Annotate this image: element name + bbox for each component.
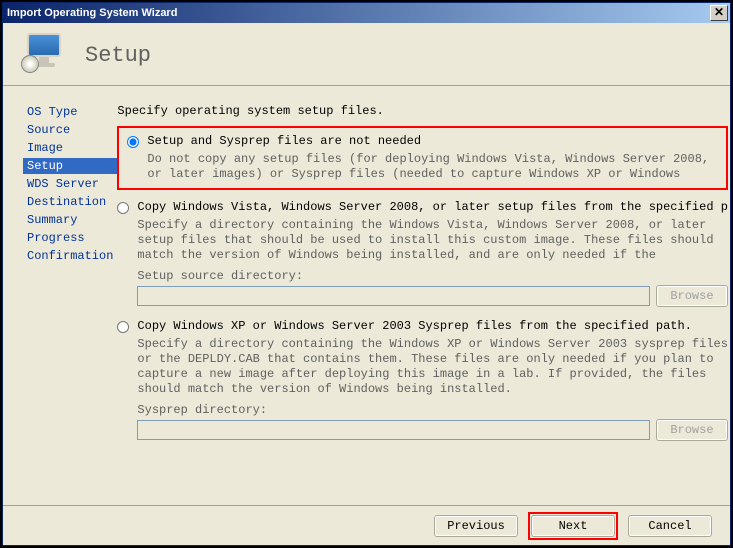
sidebar-item-confirmation[interactable]: Confirmation	[23, 248, 117, 264]
titlebar: Import Operating System Wizard ✕	[3, 3, 730, 23]
radio-no-files[interactable]	[127, 136, 139, 148]
radio-xp-files-desc: Specify a directory containing the Windo…	[137, 337, 728, 397]
sysprep-dir-label: Sysprep directory:	[137, 403, 728, 417]
radio-vista-files-label: Copy Windows Vista, Windows Server 2008,…	[137, 200, 728, 214]
setup-icon	[23, 33, 67, 77]
wizard-window: Import Operating System Wizard ✕ Setup O…	[2, 2, 731, 546]
close-icon[interactable]: ✕	[710, 5, 728, 21]
radio-no-files-label: Setup and Sysprep files are not needed	[147, 134, 421, 148]
radio-xp-files[interactable]	[117, 321, 129, 333]
sidebar-item-summary[interactable]: Summary	[23, 212, 117, 228]
browse-setup-source-button[interactable]: Browse	[656, 285, 728, 307]
instruction-text: Specify operating system setup files.	[117, 104, 728, 118]
sidebar-item-wds-server[interactable]: WDS Server	[23, 176, 117, 192]
radio-xp-files-label: Copy Windows XP or Windows Server 2003 S…	[137, 319, 692, 333]
radio-vista-files-desc: Specify a directory containing the Windo…	[137, 218, 728, 263]
wizard-header: Setup	[3, 23, 730, 86]
sidebar-item-destination[interactable]: Destination	[23, 194, 117, 210]
browse-sysprep-button[interactable]: Browse	[656, 419, 728, 441]
setup-source-label: Setup source directory:	[137, 269, 728, 283]
next-button-highlight: Next	[528, 512, 618, 540]
sidebar-item-source[interactable]: Source	[23, 122, 117, 138]
wizard-footer: Previous Next Cancel	[3, 505, 730, 545]
radio-vista-files[interactable]	[117, 202, 129, 214]
wizard-steps: OS Type Source Image Setup WDS Server De…	[3, 86, 117, 498]
next-button[interactable]: Next	[531, 515, 615, 537]
window-title: Import Operating System Wizard	[7, 7, 177, 19]
previous-button[interactable]: Previous	[434, 515, 518, 537]
radio-no-files-desc: Do not copy any setup files (for deployi…	[147, 152, 718, 182]
sidebar-item-setup[interactable]: Setup	[23, 158, 117, 174]
sidebar-item-progress[interactable]: Progress	[23, 230, 117, 246]
selected-option-highlight: Setup and Sysprep files are not needed D…	[117, 126, 728, 190]
sidebar-item-os-type[interactable]: OS Type	[23, 104, 117, 120]
sysprep-dir-input[interactable]	[137, 420, 650, 440]
page-title: Setup	[85, 43, 151, 68]
cancel-button[interactable]: Cancel	[628, 515, 712, 537]
main-panel: Specify operating system setup files. Se…	[117, 86, 733, 498]
setup-source-input[interactable]	[137, 286, 650, 306]
sidebar-item-image[interactable]: Image	[23, 140, 117, 156]
